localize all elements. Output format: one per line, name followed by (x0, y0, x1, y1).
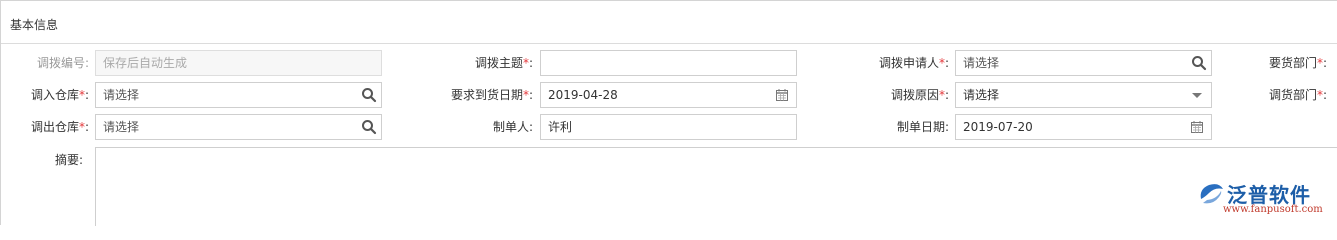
applicant-label: 调拨申请人*: (878, 56, 949, 70)
brand-logo: 泛普软件 www.fanpusoft.com (1197, 179, 1327, 219)
transfer-reason-value: 请选择 (963, 88, 1000, 102)
requesting-dept-label: 要货部门*: (1268, 56, 1327, 70)
creator-field[interactable]: 许利 (540, 114, 797, 140)
create-date-label: 制单日期: (896, 120, 949, 134)
calendar-icon[interactable] (774, 87, 790, 103)
title-divider (1, 43, 1337, 44)
required-date-label: 要求到货日期*: (450, 88, 533, 102)
creator-value: 许利 (548, 120, 573, 134)
panel-title: 基本信息 (10, 18, 59, 32)
out-warehouse-select[interactable]: 请选择 (95, 114, 382, 140)
in-warehouse-placeholder: 请选择 (103, 88, 140, 102)
transfer-reason-select[interactable]: 请选择 (955, 82, 1212, 108)
applicant-placeholder: 请选择 (963, 56, 1000, 70)
in-warehouse-select[interactable]: 请选择 (95, 82, 382, 108)
out-warehouse-label: 调出仓库*: (30, 120, 89, 134)
brand-mark-icon (1200, 184, 1223, 204)
search-icon[interactable] (361, 87, 377, 103)
required-date-value: 2019-04-28 (548, 88, 618, 102)
basic-info-panel: 基本信息 调拨编号: 保存后自动生成 调拨主题*: 调拨申请人*: 请选择 要货… (0, 0, 1337, 226)
required-date-input[interactable]: 2019-04-28 (540, 82, 797, 108)
transfer-no-field: 保存后自动生成 (95, 50, 382, 76)
summary-label: 摘要: (54, 153, 83, 167)
search-icon[interactable] (361, 119, 377, 135)
creator-label: 制单人: (492, 120, 533, 134)
transfer-subject-label: 调拨主题*: (474, 56, 533, 70)
summary-textarea[interactable] (95, 147, 1337, 226)
brand-url: www.fanpusoft.com (1223, 204, 1323, 215)
supplying-dept-label: 调货部门*: (1268, 88, 1327, 102)
transfer-reason-label: 调拨原因*: (890, 88, 949, 102)
out-warehouse-placeholder: 请选择 (103, 120, 140, 134)
search-icon[interactable] (1191, 55, 1207, 71)
in-warehouse-label: 调入仓库*: (30, 88, 89, 102)
calendar-icon[interactable] (1189, 119, 1205, 135)
create-date-input[interactable]: 2019-07-20 (955, 114, 1212, 140)
transfer-no-placeholder: 保存后自动生成 (103, 56, 188, 70)
caret-down-icon[interactable] (1189, 87, 1205, 103)
create-date-value: 2019-07-20 (963, 120, 1033, 134)
applicant-select[interactable]: 请选择 (955, 50, 1212, 76)
transfer-subject-input[interactable] (540, 50, 797, 76)
transfer-no-label: 调拨编号: (36, 56, 89, 70)
